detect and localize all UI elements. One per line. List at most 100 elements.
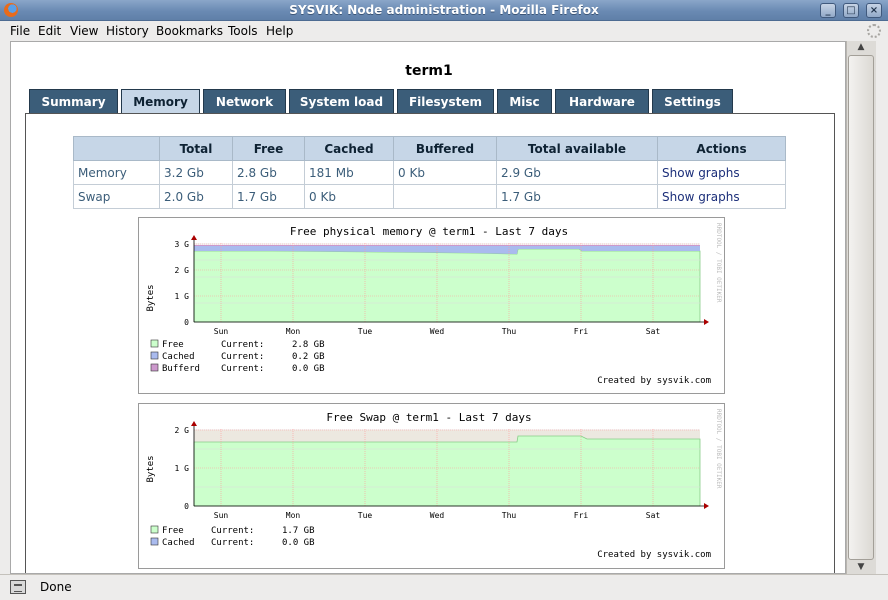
table-cell: 2.9 Gb: [496, 160, 658, 185]
scroll-up-icon[interactable]: ▲: [846, 41, 876, 54]
menubar: File Edit View History Bookmarks Tools H…: [0, 21, 888, 41]
scroll-down-icon[interactable]: ▼: [846, 561, 876, 574]
window-titlebar[interactable]: SYSVIK: Node administration - Mozilla Fi…: [0, 0, 888, 21]
legend-value: 0.0 GB: [282, 538, 315, 548]
tab-hardware[interactable]: Hardware: [555, 89, 649, 113]
status-bar: Done: [0, 574, 888, 600]
x-tick-label: Tue: [358, 511, 373, 520]
x-axis-arrow-icon: [704, 503, 709, 509]
y-axis-label: Bytes: [146, 455, 156, 482]
table-row: Swap 2.0 Gb 1.7 Gb 0 Kb 1.7 Gb Show grap…: [73, 184, 786, 209]
legend-label: Current:: [221, 352, 264, 362]
y-tick-label: 3 G: [175, 240, 190, 249]
x-tick-label: Thu: [502, 327, 517, 336]
page-title: term1: [405, 63, 453, 79]
tab-misc[interactable]: Misc: [497, 89, 552, 113]
x-tick-label: Wed: [430, 511, 445, 520]
y-tick-label: 2 G: [175, 426, 190, 435]
rrdtool-credit: RRDTOOL / TOBI OETIKER: [715, 223, 722, 303]
x-tick-label: Mon: [286, 511, 301, 520]
legend-name: Bufferd: [162, 364, 200, 374]
tab-settings[interactable]: Settings: [652, 89, 733, 113]
column-header: [73, 136, 160, 161]
legend-name: Free: [162, 526, 184, 536]
table-cell: 2.0 Gb: [159, 184, 233, 209]
x-tick-label: Wed: [430, 327, 445, 336]
status-text: Done: [40, 580, 72, 594]
table-cell: Swap: [73, 184, 160, 209]
y-tick-label: 0: [184, 318, 189, 327]
x-tick-label: Sun: [214, 327, 229, 336]
minimize-button[interactable]: _: [820, 3, 836, 18]
maximize-button[interactable]: □: [843, 3, 859, 18]
legend-name: Cached: [162, 538, 195, 548]
table-cell: 1.7 Gb: [496, 184, 658, 209]
browser-content: term1 Summary Memory Network System load…: [10, 41, 846, 574]
loading-throbber-icon: [867, 24, 881, 38]
column-header: Cached: [304, 136, 394, 161]
graph-credit: Created by sysvik.com: [597, 376, 711, 386]
rrdtool-credit: RRDTOOL / TOBI OETIKER: [715, 409, 722, 489]
free-area: [193, 435, 701, 507]
menu-file[interactable]: File: [10, 24, 30, 38]
menu-help[interactable]: Help: [266, 24, 293, 38]
x-tick-label: Mon: [286, 327, 301, 336]
close-button[interactable]: ×: [866, 3, 882, 18]
table-cell: 0 Kb: [393, 160, 497, 185]
y-axis-arrow-icon: [191, 421, 197, 426]
memory-graph: Free physical memory @ term1 - Last 7 da…: [138, 217, 725, 394]
tab-summary[interactable]: Summary: [29, 89, 118, 113]
legend-name: Cached: [162, 352, 195, 362]
x-tick-label: Tue: [358, 327, 373, 336]
show-graphs-link[interactable]: Show graphs: [657, 160, 786, 185]
x-tick-label: Sat: [646, 327, 661, 336]
table-header-row: Total Free Cached Buffered Total availab…: [73, 136, 786, 161]
legend-label: Current:: [211, 538, 254, 548]
legend-label: Current:: [221, 364, 264, 374]
show-graphs-link[interactable]: Show graphs: [657, 184, 786, 209]
vertical-scrollbar[interactable]: ▲ ▼: [846, 41, 876, 574]
menu-tools[interactable]: Tools: [228, 24, 258, 38]
x-axis-arrow-icon: [704, 319, 709, 325]
table-cell: 2.8 Gb: [232, 160, 305, 185]
menu-bookmarks[interactable]: Bookmarks: [156, 24, 223, 38]
x-tick-label: Fri: [574, 511, 589, 520]
graph-title: Free Swap @ term1 - Last 7 days: [326, 411, 531, 424]
legend-label: Current:: [211, 526, 254, 536]
legend-value: 2.8 GB: [292, 340, 325, 350]
x-tick-label: Thu: [502, 511, 517, 520]
legend-value: 1.7 GB: [282, 526, 315, 536]
x-tick-label: Fri: [574, 327, 589, 336]
column-header: Actions: [657, 136, 786, 161]
column-header: Buffered: [393, 136, 497, 161]
legend-label: Current:: [221, 340, 264, 350]
tab-filesystem[interactable]: Filesystem: [397, 89, 494, 113]
legend-value: 0.0 GB: [292, 364, 325, 374]
connection-status-icon: [10, 580, 26, 594]
menu-view[interactable]: View: [70, 24, 98, 38]
table-cell: [393, 184, 497, 209]
table-cell: Memory: [73, 160, 160, 185]
legend-swatch-free: [150, 525, 159, 534]
table-row: Memory 3.2 Gb 2.8 Gb 181 Mb 0 Kb 2.9 Gb …: [73, 160, 786, 185]
legend-swatch-free: [150, 339, 159, 348]
memory-table: Total Free Cached Buffered Total availab…: [73, 136, 786, 209]
graph-title: Free physical memory @ term1 - Last 7 da…: [290, 225, 568, 238]
tab-network[interactable]: Network: [203, 89, 286, 113]
scrollbar-thumb[interactable]: [848, 55, 874, 560]
tab-system-load[interactable]: System load: [289, 89, 394, 113]
y-tick-label: 1 G: [175, 292, 190, 301]
tab-memory[interactable]: Memory: [121, 89, 200, 113]
legend-name: Free: [162, 340, 184, 350]
column-header: Free: [232, 136, 305, 161]
menu-history[interactable]: History: [106, 24, 149, 38]
table-cell: 3.2 Gb: [159, 160, 233, 185]
y-axis-label: Bytes: [146, 284, 156, 311]
column-header: Total: [159, 136, 233, 161]
graph-credit: Created by sysvik.com: [597, 550, 711, 560]
menu-edit[interactable]: Edit: [38, 24, 61, 38]
y-axis-arrow-icon: [191, 235, 197, 240]
y-tick-label: 0: [184, 502, 189, 511]
legend-value: 0.2 GB: [292, 352, 325, 362]
table-cell: 1.7 Gb: [232, 184, 305, 209]
